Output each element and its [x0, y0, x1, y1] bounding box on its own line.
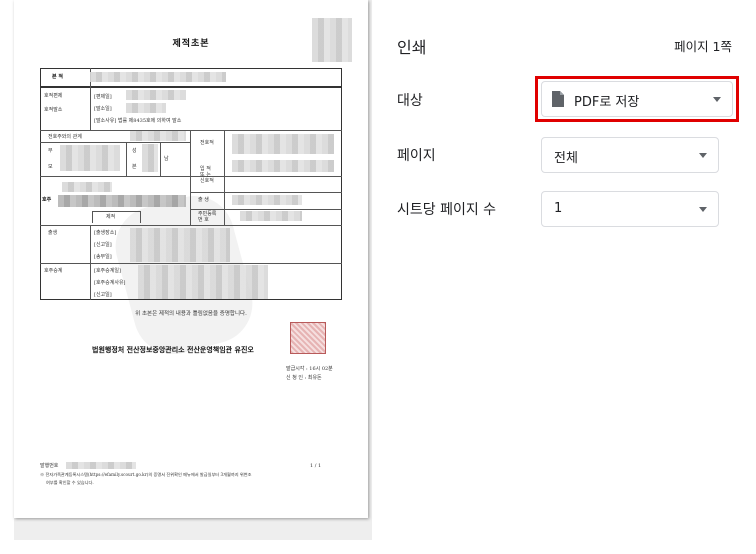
applicant: 신 청 인 : 최유돈 [286, 375, 322, 381]
redacted-region [62, 182, 112, 192]
pages-per-sheet-select[interactable]: 1 [541, 191, 719, 227]
redacted-region [138, 265, 268, 299]
field-succession-reason: [호주승계사유] [94, 280, 126, 286]
label-resident-no: 주민등록 번 호 [198, 211, 217, 223]
pages-per-sheet-value: 1 [554, 201, 563, 216]
pages-label: 페이지 [397, 148, 436, 164]
redacted-region [232, 195, 302, 205]
label-prev-register: 전호적 [200, 140, 214, 146]
footnote-line-2: 여부를 확인할 수 있습니다. [46, 480, 94, 485]
redacted-region [90, 72, 226, 82]
pages-select[interactable]: 전체 [541, 137, 719, 173]
issuer-name: 법원행정처 전산정보중앙관리소 전산운영책임관 유진오 [92, 345, 254, 354]
issue-time: 발급시각 : 16시 02분 [286, 366, 333, 372]
label-birth-section: 출생 [48, 230, 58, 236]
label-birth: 출 생 [198, 197, 209, 203]
label-mother: 모 [48, 164, 53, 170]
chevron-down-icon [699, 153, 707, 158]
certification-statement: 위 초본은 제적의 내용과 틀림없음을 증명합니다. [135, 311, 247, 317]
field-succession-date: [호주승계일] [94, 268, 121, 274]
redacted-region [130, 131, 186, 141]
document-title: 제적초본 [172, 39, 210, 49]
redacted-region [60, 145, 120, 171]
label-main-register: 본 적 [52, 74, 63, 80]
destination-value: PDF로 저장 [574, 95, 640, 110]
redacted-region [142, 144, 158, 172]
preview-page: 제적초본 본 적 호적편제 호적말소 [편제일] [말소일] [말소사유] 법률… [14, 0, 368, 518]
redacted-region [58, 195, 186, 207]
label-surname: 성 [132, 148, 137, 154]
field-report-date-2: [신고일] [94, 292, 112, 298]
redacted-region [130, 228, 230, 262]
dialog-title: 인쇄 [397, 38, 427, 57]
field-delete-date: [말소일] [94, 106, 112, 112]
label-sex: 남 [164, 156, 169, 162]
redacted-region [66, 462, 136, 469]
chevron-down-icon [699, 207, 707, 212]
label-succession: 호주승계 [44, 268, 63, 274]
label-join: 입 적 또 는 신호적 [200, 166, 214, 184]
print-preview-pane[interactable]: 제적초본 본 적 호적편제 호적말소 [편제일] [말소일] [말소사유] 법률… [14, 0, 372, 540]
label-father: 부 [48, 148, 53, 154]
label-removed: 제적 [106, 214, 116, 220]
field-delete-reason: [말소사유] 법률 제8435호에 의하여 말소 [94, 118, 182, 124]
redacted-region [240, 211, 302, 221]
field-edit-date: [편제일] [94, 94, 112, 100]
issue-number-label: 발행번호 [40, 463, 59, 469]
redacted-region [232, 134, 334, 154]
field-send-date: [송부일] [94, 254, 112, 260]
field-report-date: [신고일] [94, 242, 112, 248]
official-seal [290, 322, 326, 354]
sheet-count: 페이지 1쪽 [674, 39, 732, 54]
label-origin: 본 [132, 164, 137, 170]
footnote-line-1: ※ 전자가족관계등록시스템(https://efamily.scourt.go.… [40, 472, 252, 477]
destination-select[interactable]: PDF로 저장 [541, 81, 733, 117]
redacted-region [126, 103, 166, 113]
redacted-region [232, 160, 334, 172]
print-dialog: 제적초본 본 적 호적편제 호적말소 [편제일] [말소일] [말소사유] 법률… [0, 0, 756, 554]
redacted-region [126, 90, 186, 100]
label-relation: 전호주와의 관계 [48, 134, 82, 140]
label-register-delete: 호적말소 [44, 107, 63, 113]
chevron-down-icon [713, 97, 721, 102]
label-household-head: 호주 [42, 197, 52, 203]
destination-label: 대상 [397, 93, 423, 109]
field-birth-place: [출생장소] [94, 230, 117, 236]
pages-per-sheet-label: 시트당 페이지 수 [397, 202, 497, 218]
page-indicator: 1 / 1 [310, 463, 322, 469]
pages-value: 전체 [554, 151, 578, 166]
document-icon [552, 91, 564, 107]
label-register-edit: 호적편제 [44, 93, 63, 99]
